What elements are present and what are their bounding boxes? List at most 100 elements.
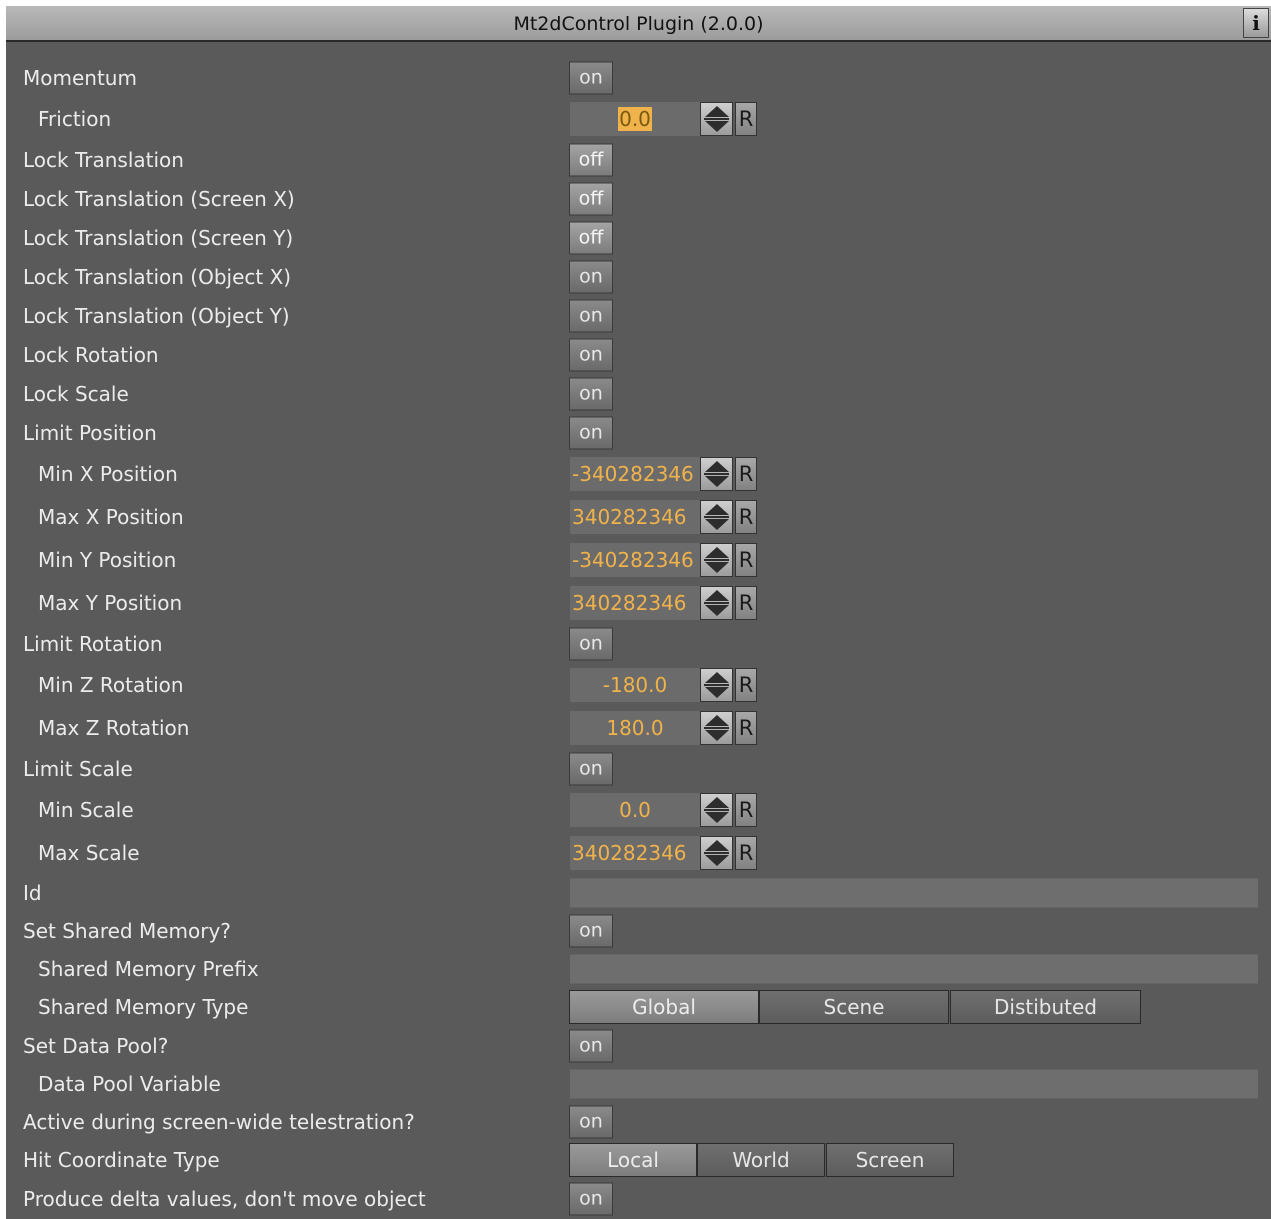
row-min-y-position: Min Y Position -340282346 R: [6, 538, 1271, 581]
active-during-telestration-toggle[interactable]: on: [569, 1105, 613, 1139]
limit-rotation-label: Limit Rotation: [23, 631, 163, 656]
limit-scale-toggle[interactable]: on: [569, 752, 613, 785]
shared-memory-type-label: Shared Memory Type: [38, 995, 249, 1019]
row-limit-rotation: Limit Rotation on: [6, 624, 1271, 663]
lock-translation-screen-y-toggle[interactable]: off: [569, 221, 613, 254]
row-min-z-rotation: Min Z Rotation -180.0 R: [6, 663, 1271, 706]
set-shared-memory-toggle[interactable]: on: [569, 914, 613, 947]
info-button[interactable]: i: [1243, 8, 1269, 38]
max-x-position-reset-button[interactable]: R: [735, 499, 757, 534]
max-z-rotation-reset-button[interactable]: R: [735, 710, 757, 745]
arrow-up-icon[interactable]: [705, 839, 729, 851]
max-x-position-input[interactable]: 340282346: [570, 499, 700, 534]
arrow-up-icon[interactable]: [705, 671, 729, 683]
row-hit-coordinate-type: Hit Coordinate Type Local World Screen: [6, 1141, 1271, 1179]
shared-memory-prefix-input[interactable]: [570, 954, 1258, 984]
arrow-down-icon[interactable]: [705, 604, 729, 616]
shared-memory-type-distributed[interactable]: Distibuted: [950, 990, 1141, 1024]
row-limit-position: Limit Position on: [6, 413, 1271, 452]
min-z-rotation-spinner[interactable]: [700, 667, 733, 702]
arrow-up-icon[interactable]: [705, 460, 729, 472]
min-y-position-spinner[interactable]: [700, 542, 733, 577]
min-scale-reset-button[interactable]: R: [735, 792, 757, 827]
friction-input[interactable]: 0.0: [570, 101, 700, 136]
friction-spinner[interactable]: [700, 101, 733, 136]
row-lock-translation: Lock Translation off: [6, 140, 1271, 179]
max-y-position-reset-button[interactable]: R: [735, 585, 757, 620]
hit-coordinate-type-screen[interactable]: Screen: [826, 1143, 954, 1177]
momentum-toggle[interactable]: on: [569, 61, 613, 94]
arrow-down-icon[interactable]: [705, 729, 729, 741]
produce-delta-values-label: Produce delta values, don't move object: [23, 1186, 426, 1211]
min-x-position-label: Min X Position: [38, 461, 178, 486]
arrow-up-icon[interactable]: [705, 714, 729, 726]
arrow-up-icon[interactable]: [705, 589, 729, 601]
spinner-divider: [704, 683, 729, 686]
min-x-position-reset-button[interactable]: R: [735, 456, 757, 491]
spinner-divider: [704, 726, 729, 729]
friction-reset-button[interactable]: R: [735, 101, 757, 136]
min-scale-input[interactable]: 0.0: [570, 792, 700, 827]
shared-memory-type-global[interactable]: Global: [569, 990, 759, 1024]
max-scale-input[interactable]: 340282346: [570, 835, 700, 870]
arrow-down-icon[interactable]: [705, 120, 729, 132]
lock-translation-toggle[interactable]: off: [569, 143, 613, 176]
shared-memory-type-scene[interactable]: Scene: [759, 990, 949, 1024]
lock-translation-object-x-toggle[interactable]: on: [569, 260, 613, 293]
min-x-position-spinner[interactable]: [700, 456, 733, 491]
lock-scale-toggle[interactable]: on: [569, 377, 613, 410]
arrow-down-icon[interactable]: [705, 561, 729, 573]
spinner-divider: [704, 808, 729, 811]
min-z-rotation-reset-button[interactable]: R: [735, 667, 757, 702]
max-scale-spinner[interactable]: [700, 835, 733, 870]
shared-memory-prefix-label: Shared Memory Prefix: [38, 957, 259, 981]
arrow-down-icon[interactable]: [705, 686, 729, 698]
lock-translation-object-x-label: Lock Translation (Object X): [23, 264, 292, 289]
lock-translation-label: Lock Translation: [23, 147, 184, 172]
produce-delta-values-toggle[interactable]: on: [569, 1182, 613, 1215]
limit-rotation-toggle[interactable]: on: [569, 627, 613, 660]
arrow-up-icon[interactable]: [705, 105, 729, 117]
arrow-down-icon[interactable]: [705, 854, 729, 866]
hit-coordinate-type-label: Hit Coordinate Type: [23, 1148, 220, 1172]
arrow-down-icon[interactable]: [705, 811, 729, 823]
max-z-rotation-spinner[interactable]: [700, 710, 733, 745]
row-max-y-position: Max Y Position 340282346 R: [6, 581, 1271, 624]
row-lock-rotation: Lock Rotation on: [6, 335, 1271, 374]
min-z-rotation-label: Min Z Rotation: [38, 672, 184, 697]
panel-title: Mt2dControl Plugin (2.0.0): [513, 13, 764, 35]
max-y-position-spinner[interactable]: [700, 585, 733, 620]
max-z-rotation-input[interactable]: 180.0: [570, 710, 700, 745]
row-active-during-telestration: Active during screen-wide telestration? …: [6, 1103, 1271, 1141]
arrow-up-icon[interactable]: [705, 796, 729, 808]
data-pool-variable-input[interactable]: [570, 1069, 1258, 1099]
lock-scale-label: Lock Scale: [23, 381, 129, 406]
row-set-data-pool: Set Data Pool? on: [6, 1026, 1271, 1065]
spinner-divider: [704, 117, 729, 120]
set-data-pool-toggle[interactable]: on: [569, 1029, 613, 1062]
max-scale-reset-button[interactable]: R: [735, 835, 757, 870]
hit-coordinate-type-local[interactable]: Local: [569, 1143, 697, 1177]
arrow-down-icon[interactable]: [705, 475, 729, 487]
lock-translation-object-y-toggle[interactable]: on: [569, 299, 613, 332]
hit-coordinate-type-world[interactable]: World: [697, 1143, 825, 1177]
arrow-down-icon[interactable]: [705, 518, 729, 530]
set-shared-memory-label: Set Shared Memory?: [23, 918, 231, 943]
min-y-position-reset-button[interactable]: R: [735, 542, 757, 577]
limit-position-toggle[interactable]: on: [569, 416, 613, 449]
arrow-up-icon[interactable]: [705, 503, 729, 515]
row-limit-scale: Limit Scale on: [6, 749, 1271, 788]
max-z-rotation-label: Max Z Rotation: [38, 715, 190, 740]
row-lock-scale: Lock Scale on: [6, 374, 1271, 413]
max-y-position-input[interactable]: 340282346: [570, 585, 700, 620]
title-bar: Mt2dControl Plugin (2.0.0) i: [6, 6, 1271, 42]
min-y-position-input[interactable]: -340282346: [570, 542, 700, 577]
min-x-position-input[interactable]: -340282346: [570, 456, 700, 491]
id-input[interactable]: [570, 878, 1258, 907]
arrow-up-icon[interactable]: [705, 546, 729, 558]
lock-rotation-toggle[interactable]: on: [569, 338, 613, 371]
min-z-rotation-input[interactable]: -180.0: [570, 667, 700, 702]
min-scale-spinner[interactable]: [700, 792, 733, 827]
max-x-position-spinner[interactable]: [700, 499, 733, 534]
lock-translation-screen-x-toggle[interactable]: off: [569, 182, 613, 215]
